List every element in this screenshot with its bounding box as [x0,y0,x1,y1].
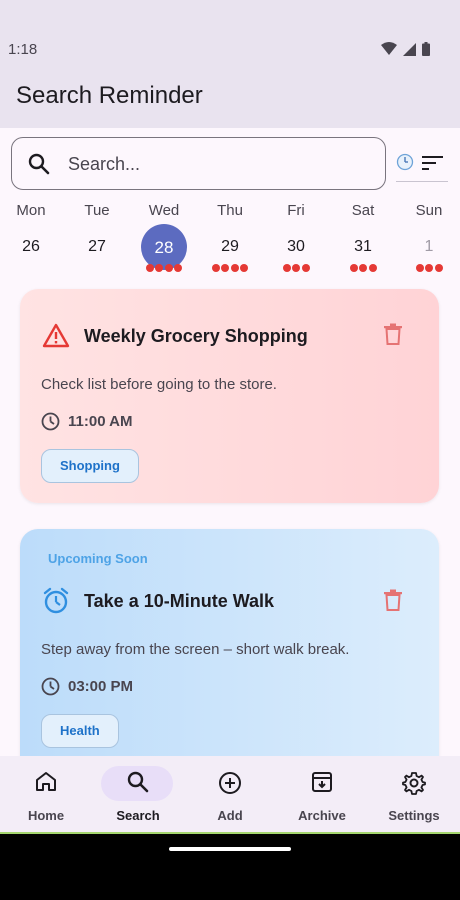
week-calendar: Mon 26 Tue 27 Wed 28 Thu 29 Fri 30 Sat 31 Sun 1 [0,202,460,282]
battery-icon [422,42,430,56]
event-dot [164,264,173,272]
day-number[interactable]: 29 [205,238,255,256]
reminder-description: Check list before going to the store. [41,376,277,393]
day-name-fri: Fri [287,202,305,219]
bottom-navigation: Home Search Add Archive Settings [0,756,460,834]
search-icon [127,771,149,793]
reminder-title: Take a 10-Minute Walk [84,591,275,611]
search-icon [28,153,50,175]
time-filter-icon[interactable] [396,153,414,171]
event-dot [434,264,443,272]
event-dot [349,264,358,272]
status-icons [381,42,430,56]
day-number[interactable]: 27 [72,238,122,256]
event-dot [155,264,164,272]
home-gesture-handle[interactable] [169,847,291,851]
upcoming-badge: Upcoming Soon [48,551,148,566]
event-dot [415,264,424,272]
page-title: Search Reminder [16,82,203,109]
add-circle-icon [219,772,241,794]
sort-icon[interactable] [422,155,444,171]
reminder-card[interactable]: Upcoming Soon Take a 10-Minute Walk Step… [20,529,439,756]
day-name-sat: Sat [351,202,375,219]
system-navigation-bar [0,834,460,900]
day-number[interactable]: 26 [6,238,56,256]
event-dots [349,264,377,272]
day-name-sun: Sun [415,202,443,219]
filter-area [396,146,448,182]
event-dots [145,264,183,272]
nav-label: Home [27,808,65,823]
reminder-description: Step away from the screen – short walk b… [41,641,350,658]
signal-icon [403,42,416,56]
nav-item-home[interactable]: Home [0,756,92,834]
reminder-time-row: 03:00 PM [41,677,133,696]
gear-icon [402,772,426,795]
reminder-time: 11:00 AM [68,413,133,430]
day-number[interactable]: 31 [338,238,388,256]
nav-item-search[interactable]: Search [92,756,184,834]
reminder-time-row: 11:00 AM [41,412,132,431]
event-dot [425,264,433,272]
event-dot [145,264,154,272]
search-input[interactable] [68,151,368,177]
event-dots [211,264,249,272]
day-name-tue: Tue [84,202,110,219]
event-dot [221,264,230,272]
search-box[interactable] [11,137,386,190]
clock-icon [41,412,60,431]
event-dot [359,264,367,272]
nav-label: Archive [298,808,346,823]
tag-chip[interactable]: Health [41,714,119,748]
nav-label: Add [217,808,243,823]
event-dot [301,264,310,272]
archive-icon [312,772,332,792]
tag-chip[interactable]: Shopping [41,449,139,483]
day-number[interactable]: 28 [139,238,189,258]
nav-label: Settings [388,808,440,823]
main-content[interactable]: Mon 26 Tue 27 Wed 28 Thu 29 Fri 30 Sat 31 Sun 1 Weekl… [0,128,460,756]
day-name-mon: Mon [16,202,46,219]
event-dot [174,264,183,272]
clock-icon [41,677,60,696]
event-dot [368,264,377,272]
app-bar: Search Reminder [0,74,460,128]
alarm-icon [43,587,69,614]
nav-item-settings[interactable]: Settings [368,756,460,834]
event-dot [211,264,220,272]
event-dots [415,264,443,272]
delete-icon[interactable] [383,589,403,611]
home-icon [36,772,56,791]
nav-label: Search [116,808,160,823]
warning-icon [42,323,70,348]
day-number[interactable]: 30 [271,238,321,256]
event-dot [230,264,239,272]
event-dot [282,264,291,272]
status-bar: 1:18 [0,0,460,74]
event-dot [292,264,300,272]
delete-icon[interactable] [383,323,403,345]
event-dot [240,264,249,272]
reminder-time: 03:00 PM [68,678,134,695]
day-name-wed: Wed [148,202,180,219]
reminder-title: Weekly Grocery Shopping [84,326,308,346]
wifi-icon [381,42,397,55]
reminder-card[interactable]: Weekly Grocery Shopping Check list befor… [20,289,439,503]
nav-item-archive[interactable]: Archive [276,756,368,834]
day-name-thu: Thu [217,202,243,219]
nav-item-add[interactable]: Add [184,756,276,834]
event-dots [282,264,310,272]
status-time: 1:18 [8,41,38,58]
day-number[interactable]: 1 [404,238,454,256]
